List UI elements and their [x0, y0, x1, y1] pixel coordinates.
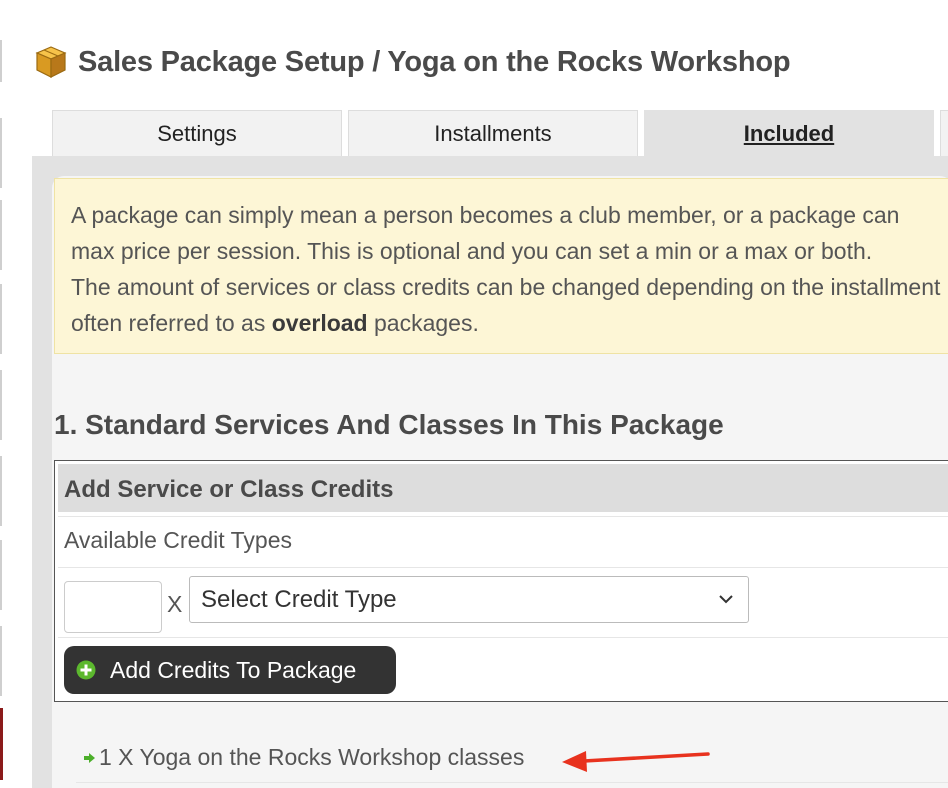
page-header: Sales Package Setup / Yoga on the Rocks … [34, 40, 791, 84]
tab-content: A package can simply mean a person becom… [32, 156, 948, 788]
tab-included[interactable]: Included [644, 110, 934, 156]
tab-installments[interactable]: Installments [348, 110, 638, 156]
sidebar-edge-active [0, 708, 3, 780]
section-title: 1. Standard Services And Classes In This… [54, 409, 724, 440]
notice-line: often referred to as overload packages. [71, 305, 948, 341]
tab-bar: Settings Installments Included [52, 110, 948, 156]
divider [58, 637, 948, 638]
package-box-icon [35, 46, 67, 78]
sidebar-edge [0, 540, 2, 610]
plus-circle-icon [76, 660, 96, 680]
chevron-down-icon [719, 595, 733, 604]
included-item-text: 1 X Yoga on the Rocks Workshop classes [99, 744, 525, 770]
credit-quantity-input[interactable] [64, 581, 162, 633]
tab-settings[interactable]: Settings [52, 110, 342, 156]
add-credits-button-label: Add Credits To Package [110, 656, 357, 683]
red-arrow-icon [562, 751, 710, 772]
sidebar-edge [0, 370, 2, 440]
notice-line: max price per session. This is optional … [71, 238, 873, 264]
tab-overflow[interactable] [940, 110, 948, 156]
divider [76, 782, 948, 783]
add-credits-button[interactable]: Add Credits To Package [64, 646, 396, 694]
included-item: 1 X Yoga on the Rocks Workshop classes [84, 744, 524, 771]
divider [58, 516, 948, 517]
sidebar-edge [0, 626, 2, 696]
notice-bold-text: overload [271, 310, 368, 336]
sidebar-edge [0, 200, 2, 270]
sidebar-edge [0, 40, 2, 82]
credit-type-select[interactable]: Select Credit Type [189, 576, 749, 623]
multiplier-label: X [167, 591, 183, 617]
credits-box-header: Add Service or Class Credits [58, 464, 948, 512]
sidebar-edge [0, 456, 2, 526]
divider [58, 567, 948, 568]
credit-type-select-value: Select Credit Type [201, 586, 397, 613]
page-title: Sales Package Setup / Yoga on the Rocks … [78, 45, 791, 78]
notice-text: often referred to as [71, 310, 272, 336]
notice-line: The amount of services or class credits … [71, 274, 941, 300]
notice-text: packages. [367, 310, 479, 336]
add-credits-box: Add Service or Class Credits Available C… [54, 460, 948, 702]
green-arrow-icon [84, 752, 95, 763]
info-notice: A package can simply mean a person becom… [54, 178, 948, 354]
notice-line: A package can simply mean a person becom… [71, 202, 900, 228]
sidebar-edge [0, 284, 2, 354]
sidebar-edge [0, 118, 2, 188]
available-credit-types-label: Available Credit Types [64, 527, 293, 553]
